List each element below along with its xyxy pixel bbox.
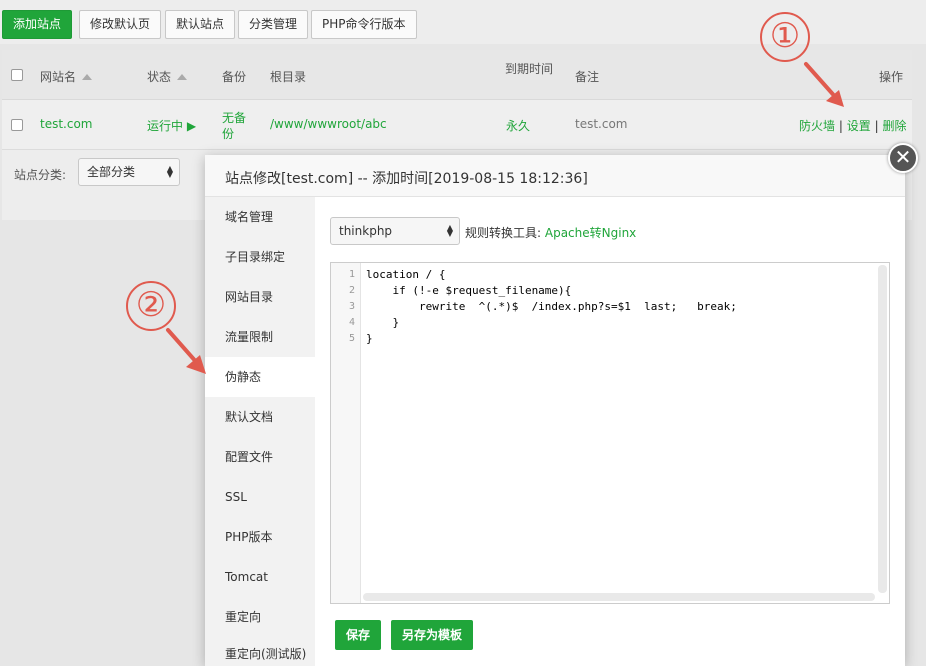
header-root-dir: 根目录 [270,70,307,84]
backup-line1[interactable]: 无备 [222,109,246,126]
callout-number-one: ① [760,12,810,62]
code-line: } [366,332,373,345]
settings-link[interactable]: 设置 [847,119,871,133]
root-dir-link[interactable]: /www/wwwroot/abc [270,117,387,131]
line-number: 2 [348,285,355,296]
menu-item-config[interactable]: 配置文件 [205,437,315,477]
rewrite-code-editor[interactable]: 1 2 3 4 5 location / { if (!-e $request_… [330,262,890,604]
menu-item-subdir[interactable]: 子目录绑定 [205,237,315,277]
header-backup: 备份 [222,70,247,84]
code-line: if (!-e $request_filename){ [366,284,572,297]
menu-item-php-version[interactable]: PHP版本 [205,517,315,557]
code-line: } [366,316,400,329]
save-as-template-button[interactable]: 另存为模板 [391,620,474,650]
category-select[interactable]: 全部分类 ▲ ▼ [78,158,180,186]
header-remark: 备注 [575,70,600,84]
header-actions: 操作 [879,70,904,84]
modal-side-menu: 域名管理 子目录绑定 网站目录 流量限制 伪静态 默认文档 配置文件 SSL P… [205,197,315,666]
sort-up-icon [82,74,93,80]
php-cli-version-button[interactable]: PHP命令行版本 [311,10,417,39]
code-line: rewrite ^(.*)$ /index.php?s=$1 last; bre… [366,300,737,313]
code-line: location / { [366,268,446,281]
modal-title: 站点修改[test.com] -- 添加时间[2019-08-15 18:12:… [225,171,588,187]
edit-default-page-button[interactable]: 修改默认页 [79,10,162,39]
add-site-button[interactable]: 添加站点 [2,10,73,39]
site-edit-modal: 站点修改[test.com] -- 添加时间[2019-08-15 18:12:… [205,155,905,666]
modal-header: 站点修改[test.com] -- 添加时间[2019-08-15 18:12:… [205,155,905,197]
menu-item-tomcat[interactable]: Tomcat [205,557,315,597]
rewrite-template-select[interactable]: thinkphp ▲ ▼ [330,217,460,245]
table-row: test.com 运行中 ▶ 无备 份 /www/wwwroot/abc 永久 … [2,100,912,150]
menu-item-rewrite[interactable]: 伪静态 [205,357,315,397]
header-expire[interactable]: 到期时间 [505,60,553,77]
callout-number-two: ② [126,281,176,331]
category-manage-button[interactable]: 分类管理 [238,10,309,39]
editor-vertical-scrollbar[interactable] [878,265,887,593]
line-number: 1 [348,269,355,280]
menu-item-site-dir[interactable]: 网站目录 [205,277,315,317]
site-name-link[interactable]: test.com [40,117,93,131]
select-all-checkbox[interactable] [11,69,23,81]
separator: | [874,119,879,133]
line-number: 5 [348,333,355,344]
line-number: 4 [348,317,355,328]
backup-line2[interactable]: 份 [222,125,234,142]
separator: | [838,119,843,133]
menu-item-ssl[interactable]: SSL [205,477,315,517]
remark-value[interactable]: test.com [575,117,628,131]
callout-arrow-two-icon [166,328,206,374]
header-site-name[interactable]: 网站名 [40,68,93,85]
rewrite-panel: thinkphp ▲ ▼ 规则转换工具: Apache转Nginx 1 2 3 4… [315,197,905,666]
select-arrows-icon: ▲ ▼ [166,164,173,179]
converter-label: 规则转换工具: [465,226,542,240]
delete-link[interactable]: 删除 [882,119,906,133]
menu-item-domain[interactable]: 域名管理 [205,197,315,237]
editor-horizontal-scrollbar[interactable] [363,593,875,601]
expire-value[interactable]: 永久 [506,117,530,134]
line-number: 3 [348,301,355,312]
menu-item-default-doc[interactable]: 默认文档 [205,397,315,437]
menu-item-redirect[interactable]: 重定向 [205,597,315,637]
menu-item-traffic[interactable]: 流量限制 [205,317,315,357]
apache-to-nginx-link[interactable]: Apache转Nginx [545,226,636,240]
converter-tool: 规则转换工具: Apache转Nginx [465,224,636,241]
header-status[interactable]: 状态 [147,68,188,85]
category-label: 站点分类: [14,168,67,182]
select-arrows-icon: ▲ ▼ [446,223,453,238]
firewall-link[interactable]: 防火墙 [799,119,835,133]
modal-close-icon[interactable]: ✕ [888,143,918,173]
status-running[interactable]: 运行中 ▶ [147,117,196,134]
default-site-button[interactable]: 默认站点 [165,10,236,39]
menu-item-redirect-beta[interactable]: 重定向(测试版) [205,637,315,666]
sort-up-icon [177,74,188,80]
row-checkbox[interactable] [11,119,23,131]
line-number-gutter: 1 2 3 4 5 [331,263,361,603]
callout-arrow-one-icon [804,62,844,107]
row-actions: 防火墙 | 设置 | 删除 [799,117,906,134]
save-button[interactable]: 保存 [335,620,382,650]
